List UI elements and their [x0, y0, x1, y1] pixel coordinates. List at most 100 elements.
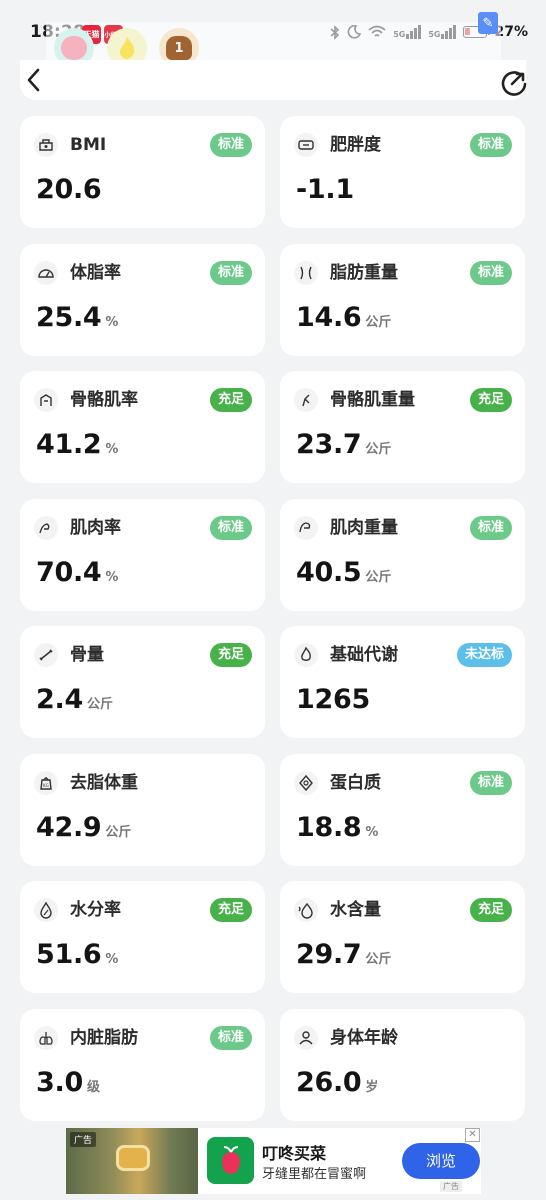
ad-title: 叮咚买菜 [262, 1144, 327, 1163]
metric-card[interactable]: 骨量 充足 2.4 公斤 [20, 626, 265, 738]
metric-value-line: 70.4% [36, 557, 118, 588]
metric-unit: % [105, 314, 119, 330]
back-arrow-icon[interactable] [22, 66, 46, 94]
edit-pencil-icon[interactable]: ✎ [478, 12, 498, 34]
metric-value: 2.4 [36, 684, 83, 715]
metric-label: 基础代谢 [330, 645, 398, 665]
ad-food-image [116, 1145, 150, 1171]
metric-unit: 公斤 [105, 824, 132, 840]
metric-value-line: 51.6% [36, 939, 118, 970]
svg-text:KG: KG [43, 783, 49, 788]
status-badge: 标准 [209, 133, 252, 157]
metric-card[interactable]: 肌肉率 标准 70.4% [20, 498, 265, 611]
metric-card[interactable]: KG 去脂体重 42.9 公斤 [20, 753, 265, 866]
status-badge: 标准 [469, 515, 512, 540]
metric-value: 1265 [296, 684, 370, 715]
metric-card[interactable]: 肥胖度 标准 -1.1 [280, 116, 525, 228]
metric-unit: % [365, 824, 379, 840]
metric-value: 70.4 [36, 556, 102, 588]
gauge-icon [34, 260, 58, 285]
flame-icon [294, 643, 318, 667]
arm-icon [34, 515, 58, 540]
metric-card[interactable]: 脂肪重量 标准 14.6 公斤 [280, 243, 525, 356]
metric-card[interactable]: 体脂率 标准 25.4% [20, 243, 265, 356]
torso-icon [34, 388, 58, 412]
metric-value-line: 23.7 公斤 [296, 429, 391, 460]
metric-value: 25.4 [36, 301, 102, 333]
metric-card[interactable]: 水分率 充足 51.6% [20, 881, 265, 993]
ad-banner[interactable]: 广告 叮咚买菜 牙缝里都在冒蜜啊 浏览 [66, 1128, 481, 1194]
metric-value: 23.7 [296, 429, 362, 460]
share-icon[interactable] [498, 66, 530, 98]
status-badge: 充足 [469, 388, 512, 412]
status-badge: 未达标 [456, 643, 512, 667]
metric-card[interactable]: 骨骼肌率 充足 41.2% [20, 371, 265, 483]
metric-label: 身体年龄 [330, 1027, 398, 1048]
metric-card[interactable]: BMI 标准 20.6 [20, 116, 265, 228]
ad-browse-button[interactable]: 浏览 [402, 1143, 480, 1179]
lungs-icon [34, 1025, 58, 1050]
metric-unit: % [105, 952, 119, 967]
metric-label: BMI [70, 135, 107, 155]
ad-close-icon[interactable]: ✕ [465, 1128, 480, 1142]
metric-label: 骨骼肌率 [70, 390, 138, 410]
metric-value: 51.6 [36, 939, 102, 970]
metric-value-line: -1.1 [296, 174, 354, 205]
metric-card[interactable]: 内脏脂肪 标准 3.0 级 [20, 1008, 265, 1121]
status-badge: 充足 [209, 388, 252, 412]
metric-value-line: 40.5 公斤 [296, 557, 391, 588]
metric-value-line: 25.4% [36, 302, 118, 333]
status-badge: 标准 [209, 1025, 252, 1050]
metric-value-line: 2.4 公斤 [36, 684, 113, 715]
person-icon [294, 1025, 318, 1050]
bone-icon [34, 643, 58, 667]
metric-label: 肥胖度 [330, 135, 381, 155]
metric-card[interactable]: 蛋白质 标准 18.8% [280, 753, 525, 866]
metric-value-line: 18.8% [296, 812, 378, 843]
metric-value-line: 26.0 岁 [296, 1067, 378, 1098]
metric-value: 14.6 [296, 301, 362, 333]
metric-value-line: 42.9 公斤 [36, 812, 131, 843]
metric-label: 去脂体重 [70, 772, 138, 793]
metric-value-line: 20.6 [36, 174, 102, 205]
water-percent-icon [34, 898, 58, 922]
metric-value: 42.9 [36, 811, 102, 843]
metric-label: 蛋白质 [330, 772, 381, 793]
metric-label: 肌肉重量 [330, 517, 398, 538]
muscle-leg-icon [294, 388, 318, 412]
dingdong-logo-icon[interactable] [207, 1137, 254, 1184]
ad-mark: 广告 [440, 1181, 462, 1192]
metric-card[interactable]: 身体年龄 26.0 岁 [280, 1008, 525, 1121]
kg-weight-icon: KG [34, 770, 58, 795]
metric-unit: 公斤 [86, 697, 113, 712]
metric-value-line: 1265 [296, 684, 370, 715]
status-badge: 标准 [469, 133, 512, 157]
metric-card[interactable]: 基础代谢 未达标 1265 [280, 626, 525, 738]
metric-value: 20.6 [36, 174, 102, 205]
ad-subtitle: 牙缝里都在冒蜜啊 [262, 1167, 367, 1182]
metric-value-line: 41.2% [36, 429, 118, 460]
ad-tag: 广告 [70, 1132, 97, 1147]
metric-card[interactable]: 水含量 充足 29.7 公斤 [280, 881, 525, 993]
header-bar [20, 60, 526, 100]
metric-card[interactable]: 骨骼肌重量 充足 23.7 公斤 [280, 371, 525, 483]
waist-icon [294, 260, 318, 285]
metric-label: 骨骼肌重量 [330, 390, 415, 410]
metric-label: 肌肉率 [70, 517, 121, 538]
metric-label: 骨量 [70, 645, 104, 665]
belt-icon [294, 133, 318, 157]
metric-label: 水含量 [330, 900, 381, 920]
metric-unit: 级 [86, 1079, 100, 1095]
metric-unit: 公斤 [365, 952, 392, 967]
metric-value-line: 29.7 公斤 [296, 939, 391, 970]
metric-unit: 岁 [365, 1079, 379, 1095]
metric-value: 29.7 [296, 939, 362, 970]
water-drop-icon [294, 898, 318, 922]
protein-icon [294, 770, 318, 795]
flex-arm-icon [294, 515, 318, 540]
ad-image[interactable]: 广告 [66, 1128, 198, 1194]
metric-label: 水分率 [70, 900, 121, 920]
metric-card[interactable]: 肌肉重量 标准 40.5 公斤 [280, 498, 525, 611]
metric-value: 3.0 [36, 1066, 83, 1098]
metric-unit: 公斤 [365, 442, 392, 457]
